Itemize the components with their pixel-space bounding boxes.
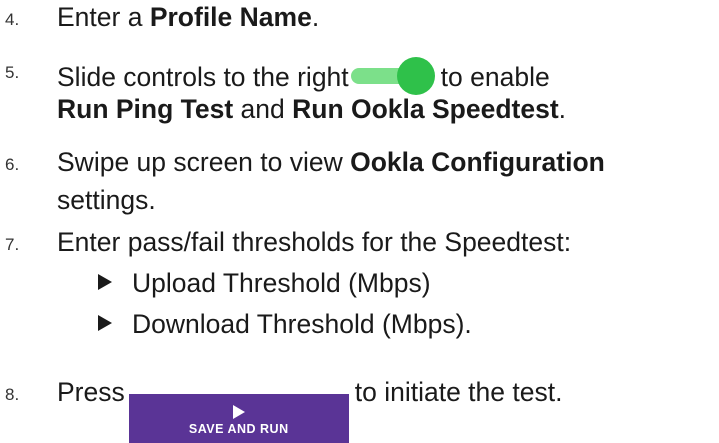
step-text: Swipe up screen to view Ookla Configurat…	[57, 147, 605, 177]
save-and-run-label: SAVE AND RUN	[188, 422, 289, 436]
step-text: Enter a Profile Name.	[57, 2, 320, 32]
step-number: 7.	[5, 235, 20, 254]
step-text: Enter pass/fail thresholds for the Speed…	[57, 227, 572, 257]
step-text: Slide controls to the right to enable	[57, 57, 550, 95]
bullet-item: Download Threshold (Mbps).	[98, 311, 472, 338]
arrow-bullet-icon	[98, 315, 112, 331]
step-number: 4.	[5, 10, 20, 29]
step-text-continued: settings.	[57, 185, 156, 215]
arrow-bullet-icon	[98, 274, 112, 290]
step-text-continued: Run Ping Test and Run Ookla Speedtest.	[57, 94, 567, 124]
toggle-knob	[396, 57, 435, 95]
play-icon	[232, 405, 245, 419]
step-text: Press SAVE AND RUN to initiate the test.	[57, 379, 562, 443]
save-and-run-button[interactable]: SAVE AND RUN	[128, 393, 349, 443]
toggle-switch	[350, 57, 435, 95]
step-number: 5.	[5, 63, 20, 82]
step-number: 8.	[5, 385, 20, 404]
step-number: 6.	[5, 155, 20, 174]
bullet-item: Upload Threshold (Mbps)	[98, 270, 431, 297]
